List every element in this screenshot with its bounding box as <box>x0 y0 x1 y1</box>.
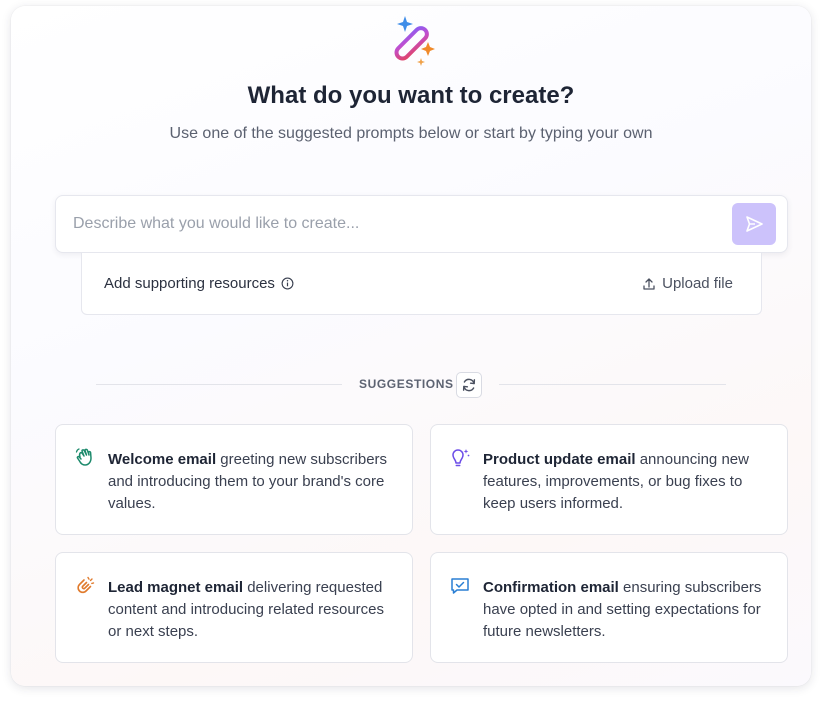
suggestion-text: Confirmation email ensuring subscribers … <box>483 577 775 643</box>
prompt-input[interactable] <box>73 196 713 252</box>
suggestion-title: Confirmation email <box>483 579 619 596</box>
suggestion-card-confirmation-email[interactable]: Confirmation email ensuring subscribers … <box>430 552 788 663</box>
suggestion-title: Welcome email <box>108 451 217 468</box>
divider-right <box>499 384 726 385</box>
suggestion-card-welcome-email[interactable]: Welcome email greeting new subscribers a… <box>55 424 413 535</box>
upload-file-label: Upload file <box>662 275 733 292</box>
magnet-icon <box>77 576 95 594</box>
send-button[interactable] <box>732 203 776 245</box>
suggestions-heading: SUGGESTIONS <box>359 377 454 391</box>
supporting-resources-text: Add supporting resources <box>104 275 275 292</box>
upload-icon <box>643 277 655 290</box>
suggestion-title: Lead magnet email <box>108 579 244 596</box>
suggestion-card-product-update-email[interactable]: Product update email announcing new feat… <box>430 424 788 535</box>
supporting-resources-panel: Add supporting resources Upload file <box>81 253 762 315</box>
suggestion-text: Welcome email greeting new subscribers a… <box>108 449 400 515</box>
suggestion-text: Lead magnet email delivering requested c… <box>108 577 400 643</box>
suggestion-card-lead-magnet-email[interactable]: Lead magnet email delivering requested c… <box>55 552 413 663</box>
divider-left <box>96 384 342 385</box>
waving-hand-icon <box>75 448 92 466</box>
suggestion-title: Product update email <box>483 451 636 468</box>
page-subtitle: Use one of the suggested prompts below o… <box>169 125 653 142</box>
lightbulb-icon <box>452 449 470 467</box>
refresh-icon <box>462 378 476 392</box>
send-icon <box>746 216 763 232</box>
magic-wand-icon <box>394 16 435 66</box>
suggestion-text: Product update email announcing new feat… <box>483 449 775 515</box>
info-icon[interactable] <box>281 277 294 290</box>
page-title: What do you want to create? <box>247 82 575 109</box>
refresh-suggestions-button[interactable] <box>456 372 482 398</box>
upload-file-button[interactable]: Upload file <box>642 275 733 292</box>
supporting-resources-label: Add supporting resources <box>104 275 294 292</box>
chat-check-icon <box>451 578 469 594</box>
prompt-box <box>55 195 788 253</box>
